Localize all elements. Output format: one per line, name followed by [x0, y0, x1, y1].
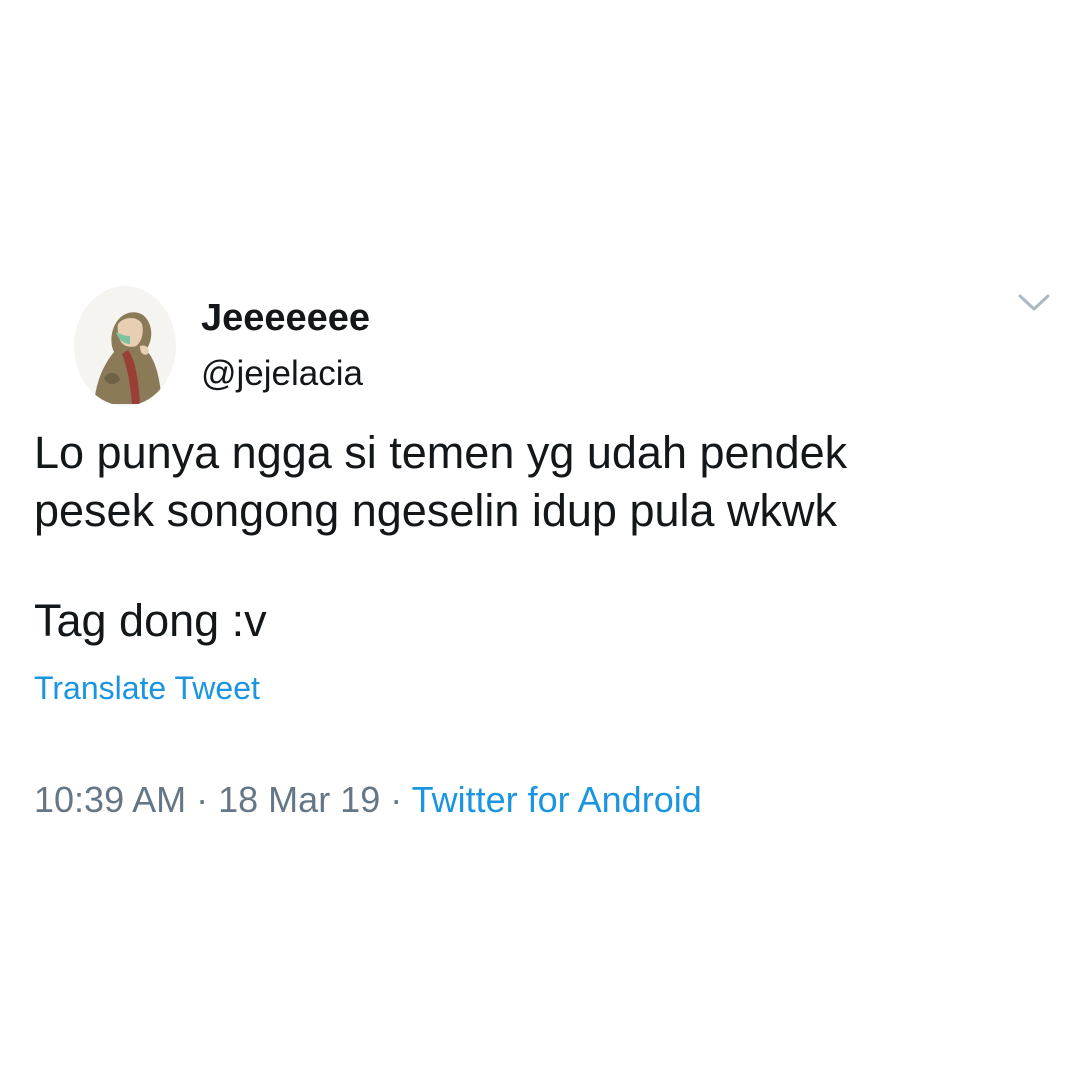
- tweet-date[interactable]: 18 Mar 19: [218, 779, 380, 820]
- tweet-text: Lo punya ngga si temen yg udah pendek pe…: [34, 424, 1044, 650]
- tweet-text-line: Tag dong :v: [34, 595, 267, 646]
- tweet-meta: 10:39 AM · 18 Mar 19 · Twitter for Andro…: [34, 778, 702, 822]
- tweet-card: Jeeeeeee @jejelacia Lo punya ngga si tem…: [0, 0, 1080, 1080]
- meta-separator: ·: [390, 779, 403, 820]
- user-handle[interactable]: @jejelacia: [201, 353, 363, 395]
- tweet-time[interactable]: 10:39 AM: [34, 779, 186, 820]
- translate-tweet-link[interactable]: Translate Tweet: [34, 668, 260, 708]
- display-name[interactable]: Jeeeeeee: [201, 296, 370, 340]
- avatar-illustration: [74, 286, 176, 406]
- tweet-text-line: pesek songong ngeselin idup pula wkwk: [34, 485, 838, 536]
- meta-separator: ·: [196, 779, 209, 820]
- tweet-text-line: Lo punya ngga si temen yg udah pendek: [34, 427, 848, 478]
- avatar[interactable]: [74, 286, 176, 406]
- chevron-down-icon[interactable]: [1014, 288, 1054, 316]
- tweet-source-link[interactable]: Twitter for Android: [412, 779, 702, 820]
